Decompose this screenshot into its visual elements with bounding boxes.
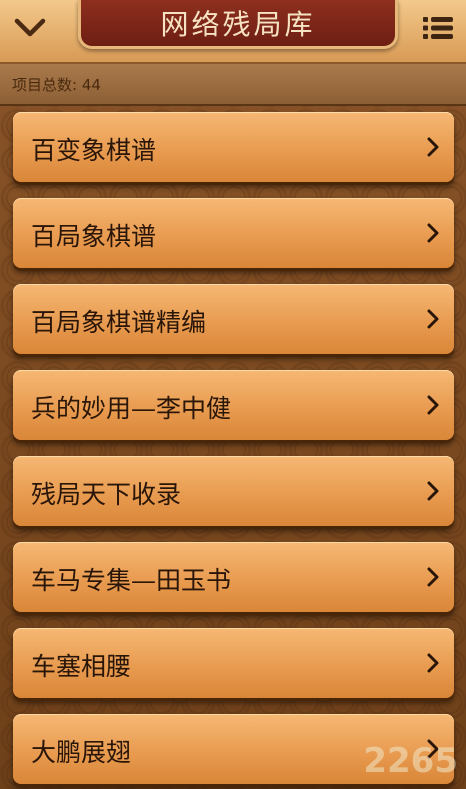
list-item-label: 百变象棋谱 xyxy=(31,136,157,165)
list-item[interactable]: 残局天下收录 xyxy=(13,456,454,526)
list-item[interactable]: 百变象棋谱 xyxy=(13,112,454,182)
watermark-logo: 2265 xyxy=(363,741,458,781)
back-button[interactable] xyxy=(6,4,54,52)
list-item-label: 百局象棋谱 xyxy=(31,222,157,251)
list-item-label: 大鹏展翅 xyxy=(31,738,132,767)
item-count-label: 项目总数: 44 xyxy=(12,76,101,94)
chevron-right-icon xyxy=(427,481,439,501)
chevron-right-icon xyxy=(427,653,439,673)
list-item-label: 车马专集—田玉书 xyxy=(31,566,232,595)
list-item[interactable]: 车塞相腰 xyxy=(13,628,454,698)
chevron-right-icon xyxy=(427,567,439,587)
list-item[interactable]: 百局象棋谱 xyxy=(13,198,454,268)
chevron-right-icon xyxy=(427,395,439,415)
page-title: 网络残局库 xyxy=(160,8,316,41)
menu-button[interactable] xyxy=(416,6,460,50)
list-menu-icon xyxy=(423,17,453,39)
list-item[interactable]: 兵的妙用—李中健 xyxy=(13,370,454,440)
title-plate: 网络残局库 xyxy=(78,0,398,49)
chevron-down-icon xyxy=(14,18,46,37)
chevron-right-icon xyxy=(427,223,439,243)
list-item-label: 车塞相腰 xyxy=(31,652,132,681)
list-item[interactable]: 车马专集—田玉书 xyxy=(13,542,454,612)
list-item-label: 残局天下收录 xyxy=(31,480,182,509)
list-item[interactable]: 百局象棋谱精编 xyxy=(13,284,454,354)
chevron-right-icon xyxy=(427,309,439,329)
list-item-label: 百局象棋谱精编 xyxy=(31,308,207,337)
chevron-right-icon xyxy=(427,137,439,157)
top-bar: 网络残局库 xyxy=(0,0,466,64)
list-item-label: 兵的妙用—李中健 xyxy=(31,394,232,423)
info-bar: 项目总数: 44 xyxy=(0,64,466,106)
